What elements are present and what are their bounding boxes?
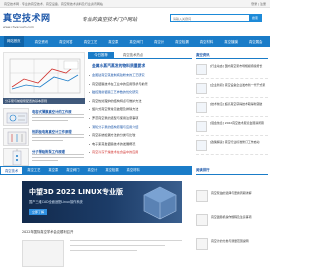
ranking-title: 阅读排行 — [196, 168, 210, 172]
nav-item-material[interactable]: 真空材料 — [200, 39, 214, 44]
pump-diagram-icon — [9, 58, 81, 94]
featured-caption[interactable]: 分子泵与前级泵配置的基本原则 — [3, 98, 85, 104]
list-item[interactable]: 旋片式真空泵常见故障及排除方法 — [88, 105, 192, 114]
thumb-article[interactable]: 分子筛吸附泵工作原理 — [3, 148, 85, 167]
news-thumbnail-icon — [196, 121, 207, 132]
news-item-text[interactable]: [政策解读] 真空行业标准修订工作启动 — [210, 140, 268, 145]
news-column: 真空资讯 [行业动态] 国内真空泵市场规模持续增长 [企业新闻] 真空设备企业发… — [196, 52, 268, 164]
category-tab-process[interactable]: 真空工艺 — [23, 166, 44, 175]
login-link[interactable]: 登录 | 注册 — [251, 2, 266, 6]
article-excerpt — [70, 240, 182, 267]
news-list: [行业动态] 国内真空泵市场规模持续增长 [企业新闻] 真空设备企业发布新一代干… — [196, 62, 268, 157]
headline-link[interactable]: 金属水蒸汽蒸发的物料质量要求 — [92, 63, 145, 69]
nav-item-gauge[interactable]: 真空计 — [154, 39, 164, 44]
ranking-list: 真空泵油的选择与更换周期详解 真空镀膜机操作规程及注意事项 真空计的分类与测量范… — [196, 190, 268, 262]
category-tab-tech[interactable]: 真空技术 — [0, 166, 24, 175]
top-bar: 真空技术网 · 专业的真空技术、真空设备、真空泵技术资料及行业资讯网站 登录 |… — [0, 0, 270, 8]
list-item[interactable]: 真空冷冻干燥技术在食品中的应用 — [88, 148, 192, 157]
category-tab-pump[interactable]: 真空泵 — [44, 166, 62, 175]
category-tab-valve[interactable]: 真空阀门 — [62, 166, 83, 175]
ranking-column: 阅读排行 真空泵油的选择与更换周期详解 真空镀膜机操作规程及注意事项 真空计的分… — [196, 166, 268, 267]
ad-banner[interactable]: 中望3D 2022 LINUX专业版 国产三维CAD全面适配Linux操作系统 … — [22, 181, 182, 223]
news-item-text[interactable]: [展会信息] 2022真空技术展览会圆满闭幕 — [210, 121, 268, 126]
cad-model-icon — [143, 186, 177, 220]
thumb-excerpt — [32, 134, 84, 143]
news-title: 真空资讯 — [196, 53, 210, 57]
tab-today[interactable]: 今日推荐 — [88, 52, 114, 59]
news-item-text[interactable]: [技术前沿] 超高真空获得技术取得新突破 — [210, 102, 268, 107]
featured-column: 分子泵与前级泵配置的基本原则 电容式薄膜真空计的工作原 热阴极电离真空计工作原理 — [3, 52, 85, 167]
top-bar-text: 真空技术网 · 专业的真空技术、真空设备、真空泵技术资料及行业资讯网站 — [4, 2, 103, 6]
ranking-header: 阅读排行 — [196, 166, 268, 175]
nav-item-process[interactable]: 真空工艺 — [84, 39, 98, 44]
ranking-item-text[interactable]: 真空镀膜机操作规程及注意事项 — [211, 215, 268, 220]
news-link[interactable]: 2022年国际真空学术会议顺利召开 — [22, 228, 182, 236]
ranking-thumbnail-icon — [196, 214, 208, 226]
news-item[interactable]: [展会信息] 2022真空技术展览会圆满闭幕 — [196, 119, 268, 136]
category-tab-material[interactable]: 真空材料 — [123, 166, 144, 175]
logo-title: 真空技术网 — [3, 14, 51, 24]
nav-item-home[interactable]: 网站首页 — [4, 36, 24, 47]
thumb-article[interactable]: 热阴极电离真空计工作原理 — [3, 128, 85, 147]
nav-item-pump[interactable]: 真空泵 — [108, 39, 118, 44]
banner-subtitle: 国产三维CAD全面适配Linux操作系统 — [29, 200, 83, 204]
nav-item-expo[interactable]: 真空展会 — [249, 39, 263, 44]
recommend-tabs: 今日推荐 真空技术热点 — [88, 52, 192, 59]
news-header: 真空资讯 — [196, 52, 268, 59]
list-item[interactable]: 电子束蒸发镀膜技术的发展概况 — [88, 140, 192, 149]
main-nav: 网站首页 真空资讯 真空问答 真空工艺 真空泵 真空阀门 真空计 真空检漏 真空… — [0, 36, 270, 47]
list-item[interactable]: 真空系统检漏方法的分类与比较 — [88, 131, 192, 140]
banner-title: 中望3D 2022 LINUX专业版 — [29, 188, 124, 196]
nav-item-valve[interactable]: 真空阀门 — [129, 39, 143, 44]
ranking-item-text[interactable]: 真空计的分类与测量范围说明 — [211, 239, 268, 244]
nav-item-news[interactable]: 真空资讯 — [35, 39, 49, 44]
list-item[interactable]: 罗茨真空泵的选型与使用注意事项 — [88, 114, 192, 123]
news-item[interactable]: [政策解读] 真空行业标准修订工作启动 — [196, 138, 268, 155]
news-item-text[interactable]: [企业新闻] 真空设备企业发布新一代干式泵 — [210, 83, 268, 88]
category-tab-gauge[interactable]: 真空计 — [83, 166, 101, 175]
nav-item-qa[interactable]: 真空问答 — [59, 39, 73, 44]
category-tab-leak[interactable]: 真空检漏 — [101, 166, 122, 175]
ranking-item-text[interactable]: 真空泵油的选择与更换周期详解 — [211, 191, 268, 196]
news-item[interactable]: [技术前沿] 超高真空获得技术取得新突破 — [196, 100, 268, 117]
nav-item-leak[interactable]: 真空检漏 — [175, 39, 189, 44]
news-thumbnail-icon — [196, 83, 207, 94]
article-thumbnail-icon[interactable] — [22, 240, 64, 267]
featured-diagram[interactable] — [3, 52, 85, 100]
gauge-thumbnail-icon — [3, 108, 29, 126]
sieve-pump-thumbnail-icon — [3, 148, 29, 166]
news-item[interactable]: [行业动态] 国内真空泵市场规模持续增长 — [196, 62, 268, 79]
category-nav: 真空技术 真空工艺 真空泵 真空阀门 真空计 真空检漏 真空材料 — [0, 166, 192, 175]
banner-button[interactable]: 立即了解 — [29, 209, 47, 215]
ranking-thumbnail-icon — [196, 190, 208, 202]
news-thumbnail-icon — [196, 102, 207, 113]
tab-hot[interactable]: 真空技术热点 — [116, 52, 150, 59]
search-box: 搜索 — [170, 14, 262, 22]
list-item[interactable]: 磁控溅射镀膜工艺参数的优化研究 — [88, 88, 192, 97]
thumb-excerpt — [32, 154, 84, 163]
news-item-text[interactable]: [行业动态] 国内真空泵市场规模持续增长 — [210, 64, 268, 69]
news-thumbnail-icon — [196, 140, 207, 151]
list-item[interactable]: 真空热处理炉的结构特点与维护方法 — [88, 97, 192, 106]
thumb-excerpt — [32, 114, 84, 123]
recommend-column: 今日推荐 真空技术热点 金属水蒸汽蒸发的物料质量要求 金属钛真空蒸发制纯钛粉末的… — [88, 52, 192, 164]
ranking-thumbnail-icon — [196, 238, 208, 250]
search-button[interactable]: 搜索 — [249, 15, 261, 21]
ranking-item[interactable]: 真空计的分类与测量范围说明 — [196, 238, 268, 262]
ranking-item[interactable]: 真空镀膜机操作规程及注意事项 — [196, 214, 268, 238]
ranking-item[interactable]: 真空泵油的选择与更换周期详解 — [196, 190, 268, 214]
thumb-article[interactable]: 电容式薄膜真空计的工作原 — [3, 108, 85, 127]
news-item[interactable]: [企业新闻] 真空设备企业发布新一代干式泵 — [196, 81, 268, 98]
nav-item-coating[interactable]: 真空镀膜 — [224, 39, 238, 44]
logo-url: www.chvacuum.com — [3, 25, 34, 29]
list-item[interactable]: 涡轮分子泵的结构原理与应用介绍 — [88, 123, 192, 132]
list-item[interactable]: 金属钛真空蒸发制纯钛粉末的工艺研究 — [88, 71, 192, 80]
news-thumbnail-icon — [196, 64, 207, 75]
search-input[interactable] — [173, 16, 247, 21]
site-logo[interactable]: 真空技术网 www.chvacuum.com — [3, 11, 65, 33]
site-slogan: 专业的真空技术门户网站 — [82, 17, 138, 23]
recommend-list: 金属钛真空蒸发制纯钛粉末的工艺研究 真空镀膜技术在工业中的应用现状与前景 磁控溅… — [88, 71, 192, 157]
ion-gauge-thumbnail-icon — [3, 128, 29, 146]
list-item[interactable]: 真空镀膜技术在工业中的应用现状与前景 — [88, 80, 192, 89]
